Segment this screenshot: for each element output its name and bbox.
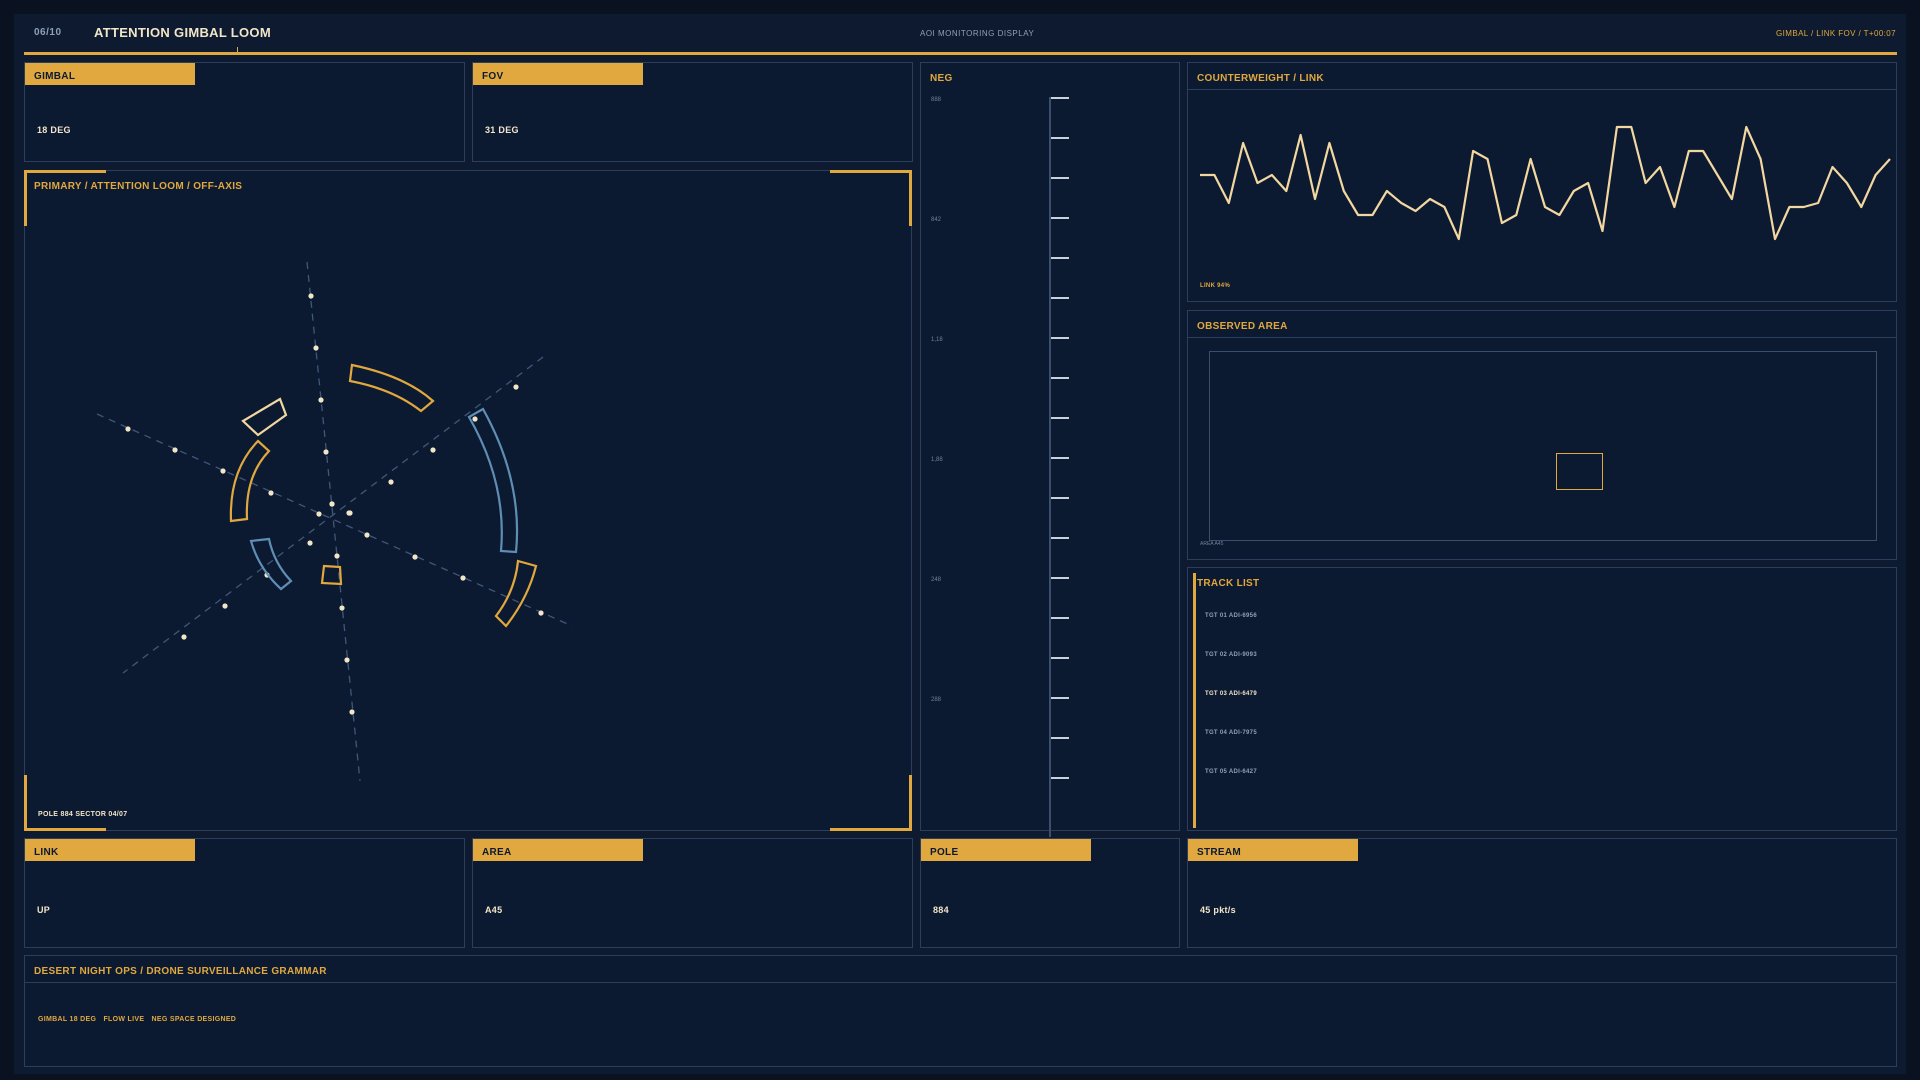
gimbal-value: 18 DEG	[37, 125, 71, 135]
stream-panel[interactable]: STREAM 45 pkt/s	[1187, 838, 1897, 948]
area-panel[interactable]: AREA A45	[472, 838, 913, 948]
neg-tick	[1051, 177, 1069, 179]
page-title: ATTENTION GIMBAL LOOM	[94, 25, 271, 40]
neg-tick	[1051, 737, 1069, 739]
neg-tick	[1051, 97, 1069, 99]
link-line-chart	[1200, 125, 1891, 241]
neg-panel[interactable]: NEG 888 842 1,18 1,88 248 288	[920, 62, 1180, 837]
track-item[interactable]: TGT 05 ADI-6427	[1205, 769, 1257, 775]
loom-arc	[494, 559, 538, 628]
mission-tag: NEG SPACE DESIGNED	[151, 1016, 237, 1023]
panel-divider	[1188, 337, 1896, 338]
fov-value: 31 DEG	[485, 125, 519, 135]
primary-loom-panel[interactable]: PRIMARY / ATTENTION LOOM / OFF-AXIS POLE	[24, 170, 912, 831]
neg-tick	[1051, 657, 1069, 659]
link-value: UP	[37, 905, 51, 915]
loom-spoke	[306, 261, 361, 782]
pole-sector-readout: POLE 884 SECTOR 04/07	[38, 811, 128, 818]
fov-panel[interactable]: FOV 31 DEG	[472, 62, 913, 162]
loom-arc	[467, 407, 519, 554]
stream-value: 45 pkt/s	[1200, 905, 1236, 915]
track-list-accent-bar	[1193, 573, 1196, 828]
track-list-panel[interactable]: TRACK LIST TGT 01 ADI-6956 TGT 02 ADI-90…	[1187, 567, 1897, 831]
gimbal-tab: GIMBAL	[25, 63, 195, 85]
neg-tick	[1051, 457, 1069, 459]
stream-tab: STREAM	[1188, 839, 1358, 861]
panel-divider	[25, 982, 1896, 983]
track-list-title: TRACK LIST	[1197, 578, 1260, 589]
header-bar: 06/10 ATTENTION GIMBAL LOOM AOI MONITORI…	[24, 14, 1896, 55]
mission-footer-panel: DESERT NIGHT OPS / DRONE SURVEILLANCE GR…	[24, 955, 1897, 1067]
mission-footer-title: DESERT NIGHT OPS / DRONE SURVEILLANCE GR…	[34, 966, 327, 977]
link-series-line	[1200, 125, 1891, 241]
neg-tick	[1051, 297, 1069, 299]
neg-scale-label: 888	[931, 97, 942, 103]
counterweight-link-panel[interactable]: COUNTERWEIGHT / LINK LINK 94%	[1187, 62, 1897, 302]
area-map-frame	[1209, 351, 1877, 541]
neg-tick	[1051, 137, 1069, 139]
pole-panel[interactable]: POLE 884	[920, 838, 1180, 948]
neg-title: NEG	[930, 73, 953, 84]
neg-scale-label: 1,88	[931, 457, 943, 463]
loom-arc	[249, 537, 293, 591]
link-percent-caption: LINK 94%	[1200, 283, 1231, 289]
header-divider	[24, 52, 1897, 55]
neg-tick	[1051, 257, 1069, 259]
neg-tick	[1051, 217, 1069, 219]
neg-tick	[1051, 377, 1069, 379]
neg-tick	[1051, 617, 1069, 619]
neg-scale-label: 248	[931, 577, 942, 583]
loom-arc	[348, 363, 435, 413]
area-tab: AREA	[473, 839, 643, 861]
mission-tag: FLOW LIVE	[103, 1016, 145, 1023]
neg-scale-label: 288	[931, 697, 942, 703]
loom-spoke	[122, 356, 544, 674]
track-item[interactable]: TGT 04 ADI-7975	[1205, 730, 1257, 736]
neg-tick	[1051, 337, 1069, 339]
area-value: A45	[485, 905, 503, 915]
neg-tick	[1051, 697, 1069, 699]
header-status-label: GIMBAL / LINK FOV / T+00:07	[1776, 29, 1896, 38]
loom-arc	[241, 397, 288, 437]
neg-tick	[1051, 497, 1069, 499]
observed-area-title: OBSERVED AREA	[1197, 321, 1288, 332]
track-item[interactable]: TGT 02 ADI-9093	[1205, 652, 1257, 658]
gimbal-panel[interactable]: GIMBAL 18 DEG	[24, 62, 465, 162]
counterweight-title: COUNTERWEIGHT / LINK	[1197, 73, 1324, 84]
mission-tag: GIMBAL 18 DEG	[38, 1016, 97, 1023]
header-center-label: AOI MONITORING DISPLAY	[920, 29, 1035, 38]
link-panel[interactable]: LINK UP	[24, 838, 465, 948]
page-counter: 06/10	[34, 27, 62, 38]
area-caption: AREA A45	[1200, 541, 1224, 547]
panel-divider	[1188, 89, 1896, 90]
loom-arc	[229, 439, 271, 523]
neg-tick	[1051, 537, 1069, 539]
neg-tick	[1051, 577, 1069, 579]
fov-tab: FOV	[473, 63, 643, 85]
pole-value: 884	[933, 905, 949, 915]
area-target-box[interactable]	[1556, 453, 1603, 490]
attention-loom-graphic	[96, 261, 573, 782]
observed-area-panel[interactable]: OBSERVED AREA AREA A45	[1187, 310, 1897, 560]
link-tab: LINK	[25, 839, 195, 861]
neg-scale-label: 1,18	[931, 337, 943, 343]
loom-arc	[320, 564, 343, 586]
track-item[interactable]: TGT 01 ADI-6956	[1205, 613, 1257, 619]
mission-tag-row: GIMBAL 18 DEG FLOW LIVE NEG SPACE DESIGN…	[38, 1016, 241, 1023]
track-item-selected[interactable]: TGT 03 ADI-6479	[1205, 691, 1257, 697]
neg-tick	[1051, 417, 1069, 419]
neg-scale-label: 842	[931, 217, 942, 223]
neg-axis	[1049, 97, 1051, 837]
pole-tab: POLE	[921, 839, 1091, 861]
neg-tick	[1051, 777, 1069, 779]
